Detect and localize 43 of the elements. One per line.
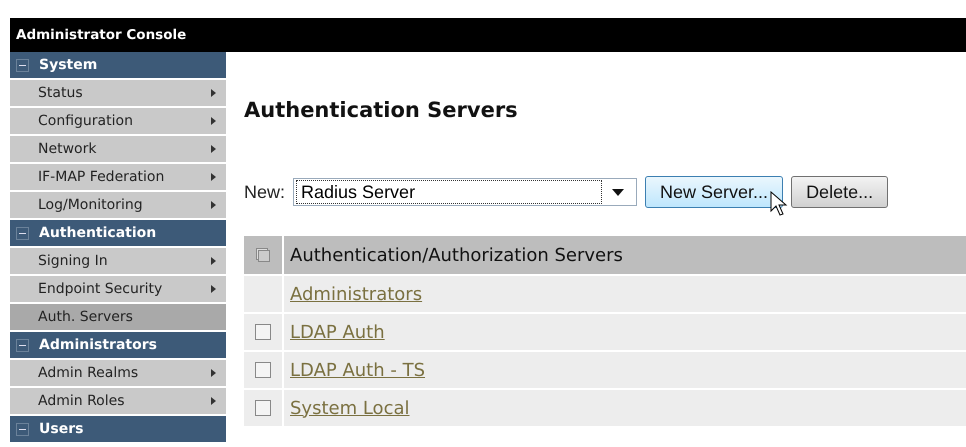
console-title: Administrator Console: [16, 27, 186, 43]
sidebar-item[interactable]: Configuration: [10, 108, 226, 134]
server-link[interactable]: LDAP Auth - TS: [284, 360, 426, 380]
sidebar-section[interactable]: Authentication: [10, 220, 226, 246]
arrow-icon: [211, 397, 216, 405]
sidebar-item[interactable]: Endpoint Security: [10, 276, 226, 302]
collapse-icon[interactable]: [16, 338, 29, 352]
arrow-icon: [211, 145, 216, 153]
sidebar-item[interactable]: Log/Monitoring: [10, 192, 226, 218]
select-all-icon[interactable]: [256, 248, 270, 262]
arrow-icon: [211, 89, 216, 97]
sidebar-item[interactable]: Status: [10, 80, 226, 106]
row-checkbox[interactable]: [255, 362, 271, 378]
arrow-icon: [211, 257, 216, 265]
collapse-icon[interactable]: [16, 422, 29, 436]
sidebar-item[interactable]: IF-MAP Federation: [10, 164, 226, 190]
row-checkbox[interactable]: [255, 324, 271, 340]
sidebar-item[interactable]: Signing In: [10, 248, 226, 274]
arrow-icon: [211, 369, 216, 377]
collapse-icon[interactable]: [16, 58, 29, 72]
mouse-pointer-icon: [770, 191, 788, 217]
sidebar-section[interactable]: Users: [10, 416, 226, 442]
arrow-icon: [211, 173, 216, 181]
collapse-icon[interactable]: [16, 226, 29, 240]
server-type-dropdown[interactable]: Radius Server: [293, 178, 638, 206]
sidebar-item[interactable]: Admin Realms: [10, 360, 226, 386]
dropdown-caret-icon: [612, 188, 624, 196]
action-button[interactable]: Delete...: [791, 176, 888, 208]
arrow-icon: [211, 117, 216, 125]
arrow-icon: [211, 201, 216, 209]
sidebar-item[interactable]: Auth. Servers: [10, 304, 226, 330]
column-header: Authentication/Authorization Servers: [289, 244, 623, 266]
sidebar-item[interactable]: Admin Roles: [10, 388, 226, 414]
sidebar-section[interactable]: Administrators: [10, 332, 226, 358]
row-checkbox[interactable]: [255, 400, 271, 416]
server-link[interactable]: LDAP Auth: [284, 322, 385, 342]
server-link[interactable]: Administrators: [284, 284, 422, 304]
arrow-icon: [211, 285, 216, 293]
server-link[interactable]: System Local: [284, 398, 410, 418]
page-title: Authentication Servers: [244, 98, 519, 122]
new-label: New:: [244, 182, 286, 202]
sidebar-item[interactable]: Network: [10, 136, 226, 162]
sidebar-section[interactable]: System: [10, 52, 226, 78]
